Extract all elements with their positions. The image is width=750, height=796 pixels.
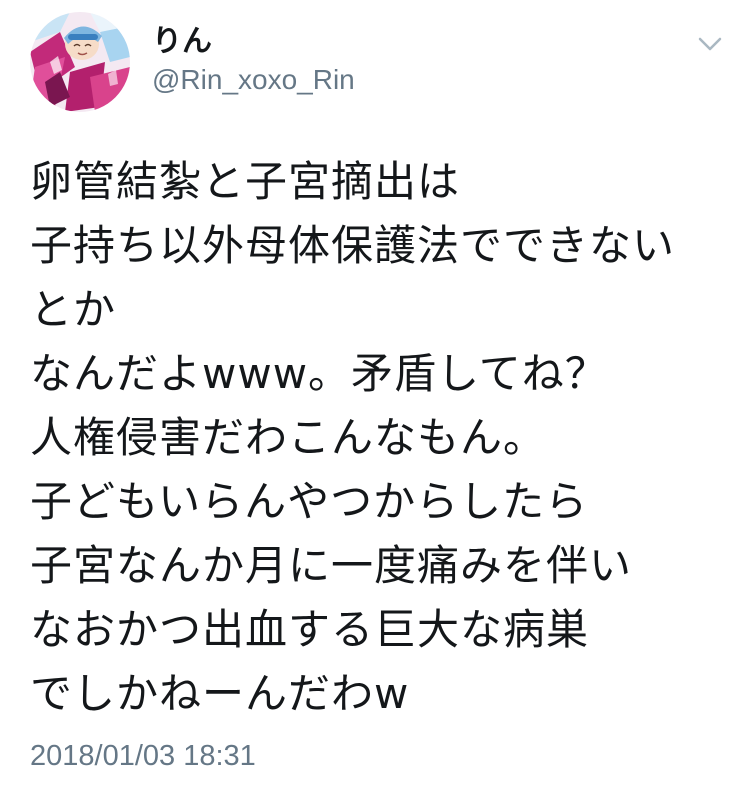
display-name[interactable]: りん — [152, 22, 212, 62]
tweet-line: なおかつ出血する巨大な病巣 — [30, 605, 590, 654]
user-handle[interactable]: @Rin_xoxo_Rin — [152, 62, 355, 98]
tweet-line: 卵管結紮と子宮摘出は — [30, 157, 461, 206]
tweet-menu-button[interactable] — [694, 30, 726, 58]
tweet-line: 子どもいらんやつからしたら — [30, 477, 589, 526]
tweet-line: でしかねーんだわw — [30, 669, 410, 718]
tweet-line: 人権侵害だわこんなもん。 — [30, 413, 547, 462]
tweet-text: 卵管結紮と子宮摘出は 子持ち以外母体保護法でできない とか なんだよwww。矛盾… — [30, 150, 720, 726]
tweet-line: 子宮なんか月に一度痛みを伴い — [30, 541, 633, 590]
avatar[interactable] — [30, 12, 130, 112]
tweet-line: 子持ち以外母体保護法でできない — [30, 221, 676, 270]
tweet-line: とか — [30, 285, 117, 334]
tweet-timestamp[interactable]: 2018/01/03 18:31 — [30, 736, 256, 776]
tweet-line: なんだよwww。矛盾してね？ — [30, 349, 608, 398]
chevron-down-icon — [698, 37, 722, 51]
avatar-image — [30, 12, 130, 112]
